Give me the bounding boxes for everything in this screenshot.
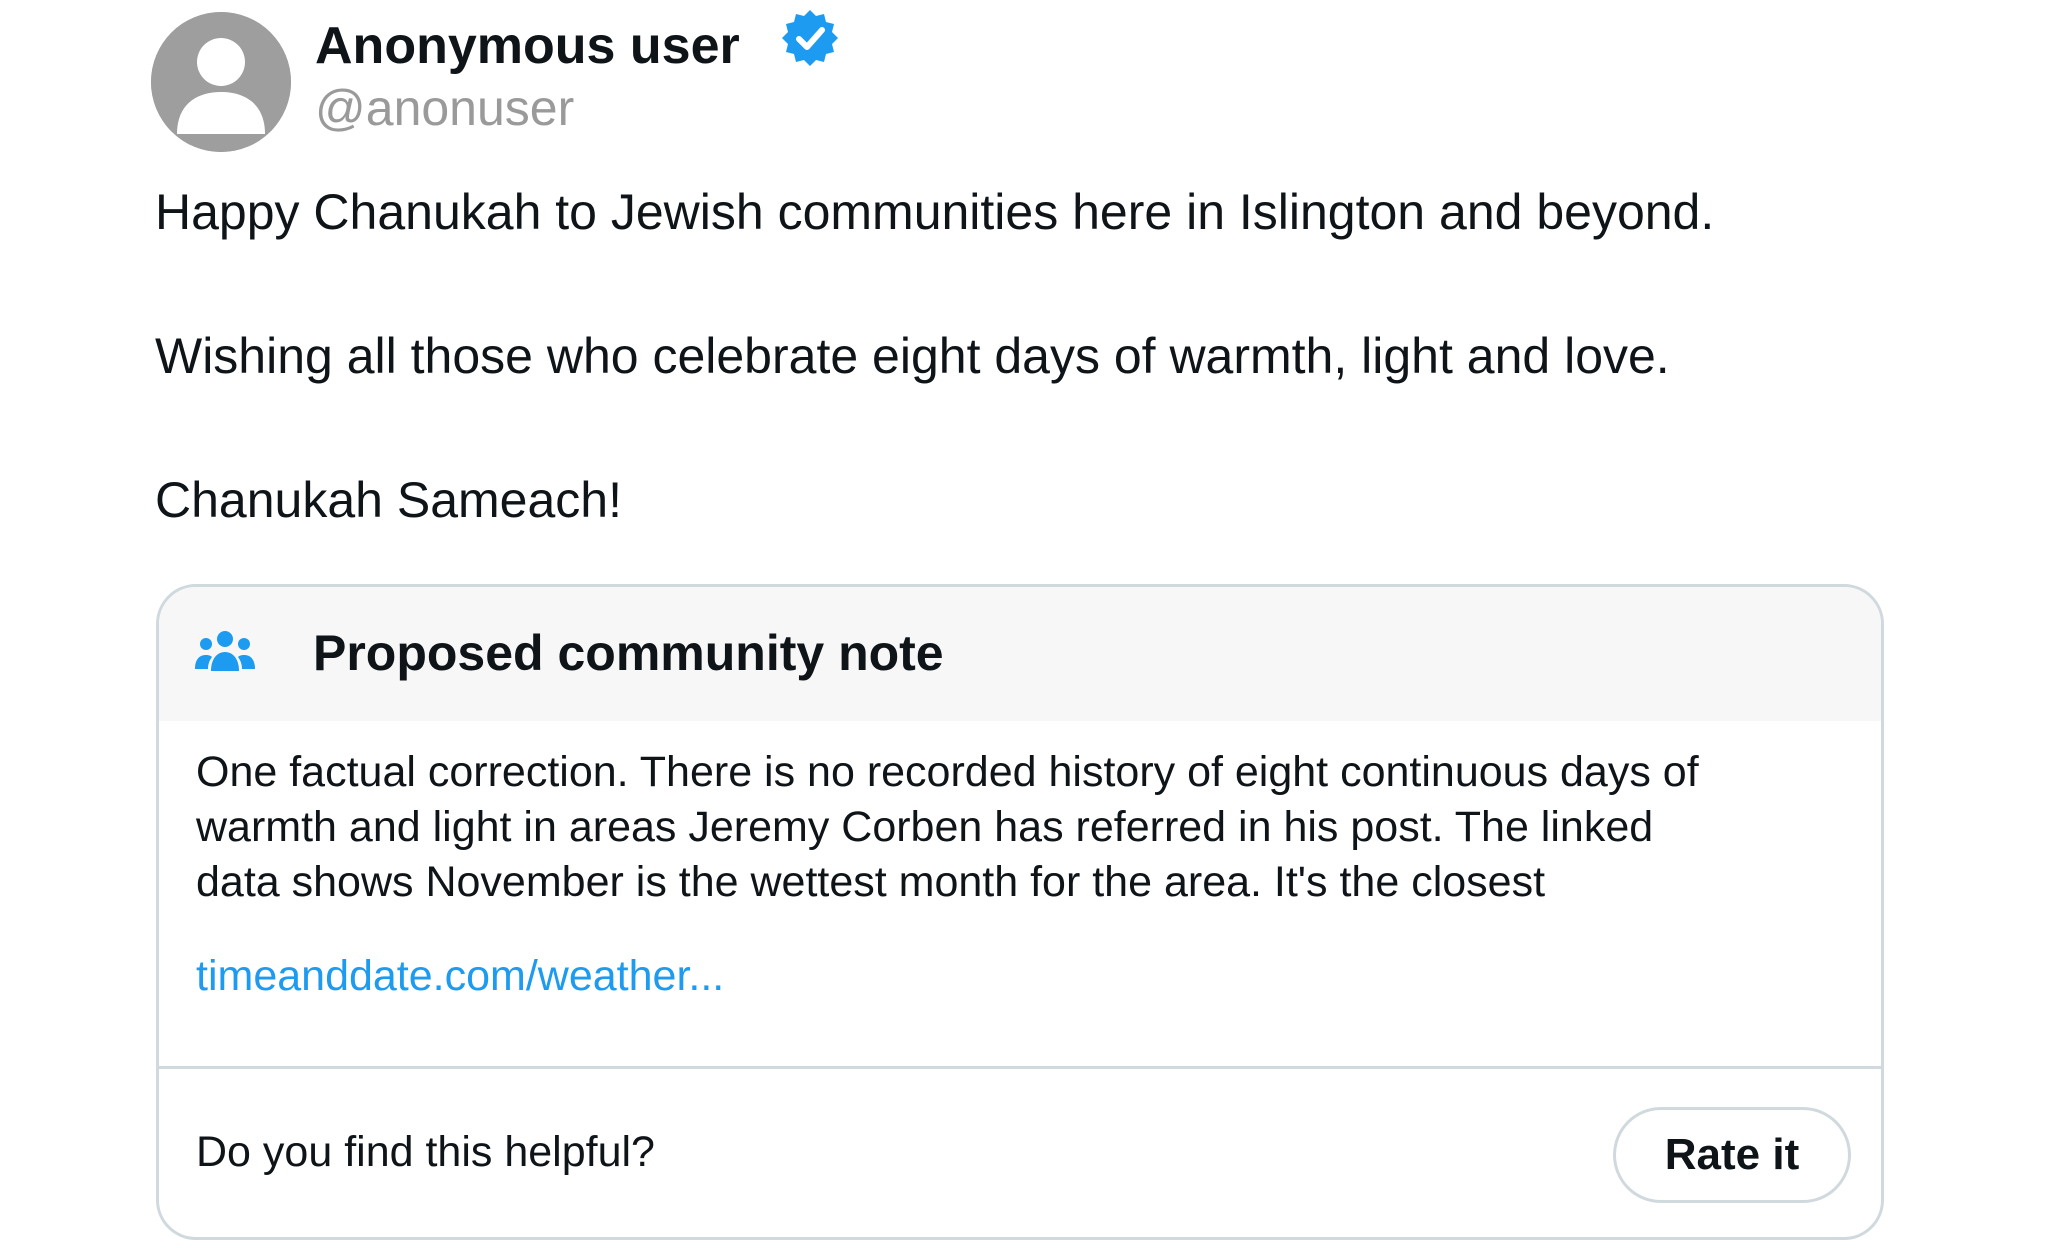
- people-group-icon: [195, 627, 255, 677]
- helpful-prompt: Do you find this helpful?: [196, 1128, 655, 1176]
- avatar[interactable]: [151, 12, 291, 152]
- source-link[interactable]: timeanddate.com/weather...: [196, 949, 724, 1004]
- note-body-line: One factual correction. There is no reco…: [196, 748, 1699, 796]
- note-body-line: warmth and light in areas Jeremy Corben …: [196, 803, 1654, 851]
- community-note-card: Proposed community note One factual corr…: [156, 584, 1884, 1240]
- default-avatar-icon: [151, 12, 291, 152]
- divider: [159, 1066, 1881, 1069]
- rate-it-button[interactable]: Rate it: [1613, 1107, 1851, 1203]
- user-handle[interactable]: @anonuser: [315, 78, 574, 138]
- tweet: Anonymous user @anonuser Happy Chanukah …: [0, 0, 2048, 1248]
- tweet-text-line: Wishing all those who celebrate eight da…: [155, 328, 1670, 384]
- community-note-title: Proposed community note: [313, 625, 944, 681]
- community-note-body: One factual correction. There is no reco…: [196, 745, 1856, 910]
- display-name[interactable]: Anonymous user: [315, 14, 740, 78]
- verified-badge-icon: [778, 6, 842, 70]
- note-body-line: data shows November is the wettest month…: [196, 858, 1546, 906]
- community-note-header: Proposed community note: [159, 587, 1881, 721]
- tweet-text-line: Happy Chanukah to Jewish communities her…: [155, 184, 1715, 240]
- tweet-text-line: Chanukah Sameach!: [155, 472, 622, 528]
